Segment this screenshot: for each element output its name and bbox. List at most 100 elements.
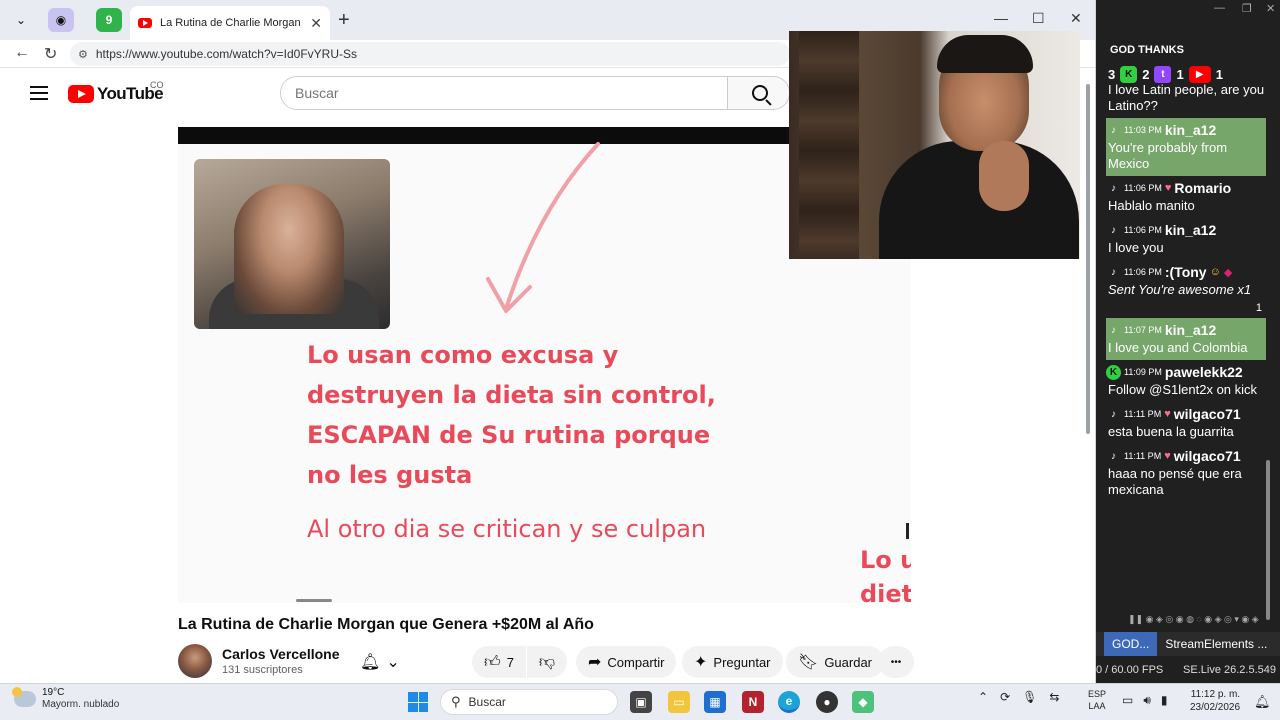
close-tab-icon[interactable]: ✕ [310, 15, 322, 32]
store-icon[interactable]: ▦ [704, 691, 726, 713]
taskbar: 19°C Mayorm. nublado ⚲ Buscar ▣ ▭ ▦ N e … [0, 683, 1280, 720]
new-tab-icon[interactable]: + [338, 9, 350, 32]
edge-browser-icon[interactable]: e [778, 691, 800, 713]
message-text: I love you and Colombia [1108, 340, 1248, 355]
share-button[interactable]: ➦ Compartir [576, 646, 677, 678]
gem-icon: ◆ [1223, 266, 1233, 279]
thumbs-up-icon: 👍︎ [484, 653, 501, 671]
heart-icon: ♥ [1164, 408, 1171, 420]
dislike-button[interactable]: 👎︎ [527, 646, 567, 678]
more-actions-button[interactable]: ••• [878, 646, 914, 678]
back-icon[interactable]: ← [14, 44, 30, 62]
arrow-drawing [486, 142, 600, 313]
slide-text: Lo usan como excusa y destruyen la dieta… [307, 335, 827, 495]
scrub-handle[interactable] [296, 599, 332, 602]
chat-message: ♪ 11:03 PM kin_a12 You're probably from Me… [1106, 118, 1266, 176]
reload-icon[interactable]: ↻ [44, 44, 57, 64]
search-box [280, 76, 790, 110]
partly-cloudy-icon [12, 687, 36, 707]
tab-god[interactable]: GOD... [1104, 632, 1158, 656]
video-title: La Rutina de Charlie Morgan que Genera +… [178, 616, 594, 633]
app-icon[interactable]: N [742, 691, 764, 713]
slide-edge-text: Lo u diet [860, 543, 911, 603]
file-explorer-icon[interactable]: ▭ [668, 691, 690, 713]
tiktok-icon: ♪ [1111, 408, 1116, 420]
like-button[interactable]: 👍︎ 7 [472, 646, 526, 678]
message-text: I love Latin people, are you Latino?? [1108, 82, 1265, 113]
close-window-icon[interactable]: ✕ [1070, 10, 1082, 27]
slide-edge-line: Lo u [860, 546, 911, 574]
task-view-icon[interactable]: ▣ [630, 691, 652, 713]
tab-streamelements[interactable]: StreamElements ... [1157, 637, 1275, 651]
message-text: I love you [1108, 240, 1164, 255]
message-time: 11:06 PM [1124, 267, 1162, 277]
version-label: SE.Live 26.2.5.549 [1183, 664, 1276, 676]
message-text: Follow @S1lent2x on kick [1108, 382, 1258, 397]
chat-message: ♪ 11:06 PM:(Tony ☺ ◆ Sent You're awesome x1… [1106, 260, 1266, 318]
chevron-down-icon: ⌄ [386, 654, 400, 671]
maximize-icon[interactable]: ☐ [1032, 10, 1045, 27]
search-button[interactable] [727, 77, 789, 109]
search-input[interactable] [281, 77, 727, 109]
ask-button[interactable]: ✦ Preguntar [682, 646, 783, 678]
chat-minimize-icon[interactable]: — [1214, 2, 1225, 14]
taskbar-search-label: Buscar [468, 695, 506, 709]
sync-icon[interactable]: ⟳ [1000, 690, 1010, 704]
message-time: 11:03 PM [1124, 125, 1162, 135]
language-indicator[interactable]: ESP LAA [1088, 688, 1106, 712]
obs-icon[interactable]: ● [816, 691, 838, 713]
weather-temp: 19°C [42, 687, 65, 698]
slide-line: destruyen la dieta sin control, [307, 381, 716, 409]
message-user: kin_a12 [1164, 122, 1217, 138]
message-time: 11:11 PM [1124, 451, 1162, 461]
channel-avatar[interactable] [178, 644, 212, 678]
tray-status-icons[interactable]: ▭ 🔊︎ ▮ [1122, 693, 1168, 708]
minimize-icon[interactable]: — [994, 10, 1008, 26]
search-icon [751, 85, 768, 101]
camera-tab-icon[interactable]: ◉ [48, 8, 74, 32]
subscribe-bell-button[interactable]: 🔔︎ ⌄ [348, 646, 410, 678]
message-time: 11:06 PM [1124, 183, 1162, 193]
youtube-favicon-icon [138, 18, 152, 28]
tab-youtube[interactable]: La Rutina de Charlie Morgan que Genera +… [130, 6, 330, 40]
message-time: 11:09 PM [1124, 367, 1162, 377]
chat-restore-icon[interactable]: ❐ [1242, 2, 1252, 15]
menu-icon[interactable] [30, 86, 48, 100]
notification-icon[interactable]: 🔔︎ [1254, 694, 1271, 710]
streamer-app-icon[interactable]: ◆ [852, 691, 874, 713]
network-tray-icon[interactable]: ⇆ [1049, 690, 1059, 704]
clock[interactable]: 11:12 p. m. 23/02/2026 [1190, 688, 1240, 714]
country-code: CO [150, 80, 164, 90]
slide-subtext: Al otro dia se critican y se culpan [307, 515, 707, 543]
taskbar-search[interactable]: ⚲ Buscar [440, 689, 618, 715]
channel-name[interactable]: Carlos Vercellone [222, 646, 340, 662]
clock-time: 11:12 p. m. [1190, 689, 1241, 700]
cursor-bar [906, 523, 909, 539]
tab-badge-icon[interactable]: 9 [96, 8, 122, 32]
clock-date: 23/02/2026 [1190, 702, 1241, 713]
page-scrollbar[interactable] [1082, 72, 1094, 682]
save-button[interactable]: 🔖︎ Guardar [786, 646, 885, 678]
chevron-up-icon[interactable]: ⌃ [978, 690, 988, 704]
address-bar[interactable]: ⚙ https://www.youtube.com/watch?v=Id0FvY… [70, 42, 790, 66]
site-info-icon[interactable]: ⚙ [78, 48, 88, 61]
emote-strip[interactable]: ❚❚ ◉ ◈ ◎ ◉ ◍ ◌ ◉ ◈ ◎ ▾ ◉ ◈ [1128, 614, 1259, 625]
heart-icon: ♥ [1164, 182, 1172, 194]
thumbs-down-icon: 👎︎ [538, 653, 556, 671]
message-user: kin_a12 [1164, 322, 1217, 338]
chat-close-icon[interactable]: ✕ [1266, 2, 1275, 15]
share-icon: ➦ [588, 654, 602, 671]
microphone-icon[interactable]: 🎙︎ [1022, 690, 1037, 704]
start-button[interactable] [408, 692, 428, 712]
tab-list-icon[interactable]: ⌄ [8, 8, 34, 32]
weather-widget[interactable]: 19°C Mayorm. nublado [12, 687, 119, 711]
message-text: esta buena la guarrita [1108, 424, 1234, 439]
message-time: 11:06 PM [1124, 225, 1162, 235]
youtube-logo[interactable]: YouTube [68, 84, 164, 104]
tiktok-icon: ♪ [1111, 224, 1116, 236]
chat-header: GOD THANKS [1110, 44, 1184, 56]
chat-message: ♪ 11:06 PM kin_a12 I love you [1106, 218, 1266, 260]
slide-line: ESCAPAN de Su rutina porque [307, 421, 711, 449]
chat-message-list: I love Latin people, are you Latino?? ♪ 1… [1106, 82, 1276, 502]
chat-scrollbar[interactable] [1266, 460, 1270, 620]
